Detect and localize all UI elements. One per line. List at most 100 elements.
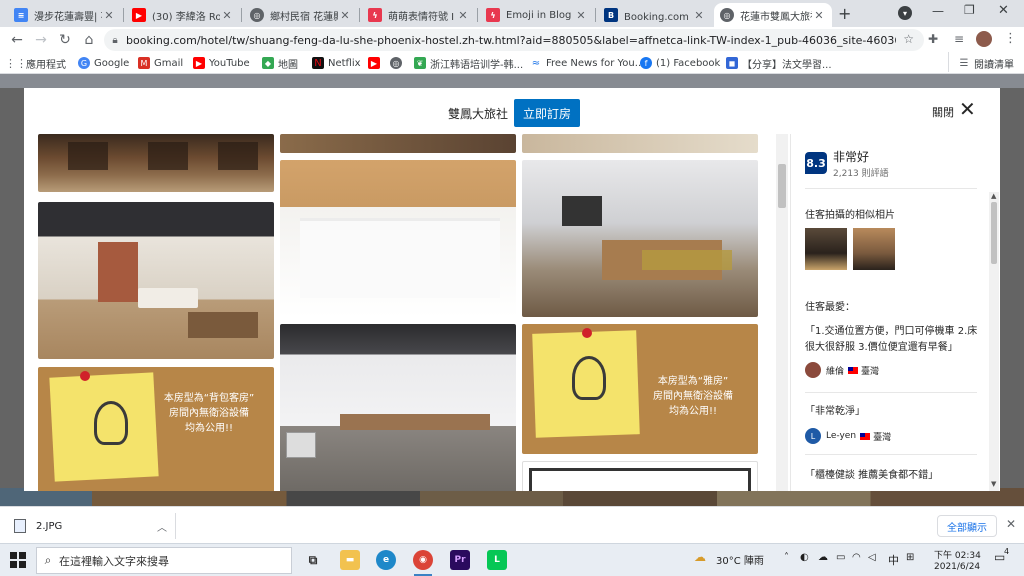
browser-tab[interactable]: ϟ 萌萌表情符號 I ✕ — [362, 3, 476, 27]
profile-avatar[interactable] — [976, 31, 992, 47]
clock-time[interactable]: 下午 02:34 — [934, 548, 981, 561]
minimize-icon[interactable]: — — [932, 4, 944, 18]
gallery-photo[interactable] — [280, 134, 516, 153]
review-count[interactable]: 2,213 則評語 — [833, 166, 889, 179]
tray-overflow-icon[interactable]: ˄ — [784, 552, 789, 563]
task-view-icon[interactable]: ⧉ — [303, 550, 323, 570]
browser-tab[interactable]: ◎ 鄉村民宿 花蓮縣 ✕ — [244, 3, 358, 27]
volume-icon[interactable]: ◁ — [868, 552, 876, 563]
close-tab-icon[interactable]: ✕ — [692, 9, 706, 22]
restore-icon[interactable]: ❐ — [964, 3, 975, 17]
globe-icon: ◎ — [250, 8, 264, 22]
bookmark-gmail[interactable]: M Gmail — [138, 55, 183, 71]
browser-toolbar: ← → ↻ ⌂ 🔒︎ booking.com/hotel/tw/shuang-f… — [0, 27, 1024, 52]
line-icon[interactable]: L — [487, 550, 507, 570]
show-all-button[interactable]: 全部顯示 — [937, 515, 997, 537]
gallery-photo[interactable] — [280, 160, 516, 317]
window-close-icon[interactable]: ✕ — [998, 3, 1009, 18]
close-tab-icon[interactable]: ✕ — [812, 9, 826, 22]
menu-kebab-icon[interactable]: ⋮ — [1004, 31, 1017, 46]
tray-app-icon[interactable]: ◐ — [800, 552, 809, 563]
gallery-photo[interactable] — [38, 134, 274, 192]
browser-tab-active[interactable]: ◎ 花蓮市雙鳳大旅社 ✕ — [714, 3, 832, 27]
browser-tab-strip: ≡ 漫步花蓮壽豐| 花 ✕ ▶ (30) 李緯洛 Rong ✕ ◎ 鄉村民宿 花… — [0, 0, 1024, 27]
back-icon[interactable]: ← — [8, 31, 26, 49]
chrome-icon[interactable]: ◉ — [413, 550, 433, 570]
weather-text[interactable]: 30°C 陣雨 — [716, 552, 764, 567]
reading-list[interactable]: ☰ 閱讀清單 — [958, 55, 1014, 71]
browser-tab[interactable]: ≡ 漫步花蓮壽豐| 花 ✕ — [8, 3, 122, 27]
close-download-bar-icon[interactable]: ✕ — [1006, 517, 1016, 531]
edge-icon[interactable]: e — [376, 550, 396, 570]
close-tab-icon[interactable]: ✕ — [102, 9, 116, 22]
panel-scrollbar[interactable]: ▲ ▼ — [989, 192, 999, 491]
gallery-photo-notice-backpacker[interactable]: 本房型為“背包客房” 房間內無衛浴設備 均為公用!! — [38, 367, 274, 491]
extensions-icon[interactable]: ✚ — [928, 32, 938, 46]
gallery-photo-notice-room[interactable]: 本房型為“雅房” 房間內無衛浴設備 均為公用!! — [522, 324, 758, 454]
gallery-photo[interactable] — [522, 461, 758, 491]
scroll-up-icon[interactable]: ▲ — [991, 192, 996, 200]
gallery-photo[interactable] — [522, 160, 758, 317]
bookmark-apps[interactable]: ⋮⋮ 應用程式 — [5, 55, 66, 71]
wifi-icon[interactable]: ◠ — [852, 552, 861, 563]
gallery-scrollbar[interactable] — [776, 134, 788, 491]
tab-search-icon[interactable]: ▾ — [898, 6, 912, 20]
bookmark-youtube[interactable]: ▶ YouTube — [193, 55, 250, 71]
bookmark-facebook[interactable]: f (1) Facebook — [640, 55, 720, 71]
similar-photos-title: 住客拍攝的相似相片 — [805, 210, 895, 221]
close-tab-icon[interactable]: ✕ — [574, 9, 588, 22]
close-tab-icon[interactable]: ✕ — [338, 9, 352, 22]
cloud-icon[interactable]: ☁ — [818, 552, 828, 563]
review-quote: 「櫃檯健談 推薦美食都不錯」 — [805, 470, 939, 481]
address-bar[interactable]: 🔒︎ booking.com/hotel/tw/shuang-feng-da-l… — [104, 29, 924, 51]
taskbar-search[interactable]: ⌕ 在這裡輸入文字來搜尋 — [36, 547, 292, 574]
browser-tab[interactable]: ▶ (30) 李緯洛 Rong ✕ — [126, 3, 240, 27]
premiere-icon[interactable]: Pr — [450, 550, 470, 570]
chevron-up-icon[interactable]: ︿ — [157, 519, 167, 534]
similar-photo-thumb[interactable] — [805, 228, 847, 270]
bookmark-free-news[interactable]: ≈ Free News for You... — [530, 55, 645, 71]
reading-mode-icon[interactable]: ≡ — [954, 32, 964, 46]
close-icon[interactable]: ✕ — [959, 99, 976, 119]
bookmark-youtube-2[interactable]: ▶ — [368, 55, 384, 71]
close-label[interactable]: 關閉 — [932, 104, 954, 120]
gallery-scroll-thumb[interactable] — [778, 164, 786, 208]
clock-date[interactable]: 2021/6/24 — [934, 562, 980, 572]
reload-icon[interactable]: ↻ — [56, 31, 74, 49]
image-file-icon — [14, 519, 26, 533]
brick-wall — [98, 242, 138, 302]
browser-tab[interactable]: ϟ Emoji in Blog ✕ — [480, 3, 594, 27]
rating-word: 非常好 — [833, 150, 870, 164]
bookmark-maps[interactable]: ◆ 地圖 — [262, 55, 298, 71]
weather-icon[interactable]: ☁ — [694, 550, 706, 564]
forward-icon[interactable]: → — [32, 31, 50, 49]
gallery-photo[interactable] — [38, 202, 274, 359]
download-item[interactable]: 2.JPG ︿ — [10, 513, 176, 539]
close-tab-icon[interactable]: ✕ — [456, 9, 470, 22]
panel-scroll-thumb[interactable] — [991, 202, 997, 264]
bookmark-french[interactable]: ◼ 【分享】法文學習... — [726, 55, 832, 71]
url-text[interactable]: booking.com/hotel/tw/shuang-feng-da-lu-s… — [126, 34, 896, 47]
bookmark-korean-course[interactable]: ❦ 浙江韩语培训学-韩... — [414, 55, 523, 71]
battery-icon[interactable]: ▭ — [836, 552, 845, 563]
file-explorer-icon[interactable]: ▬ — [340, 550, 360, 570]
reading-list-icon: ☰ — [959, 57, 969, 69]
bookmark-globe[interactable]: ◎ — [390, 55, 406, 71]
scroll-down-icon[interactable]: ▼ — [991, 480, 996, 488]
home-icon[interactable]: ⌂ — [80, 31, 98, 49]
new-tab-icon[interactable]: + — [838, 4, 851, 23]
close-tab-icon[interactable]: ✕ — [220, 9, 234, 22]
bookmark-google[interactable]: G Google — [78, 55, 129, 71]
similar-photo-thumb[interactable] — [853, 228, 895, 270]
ime-indicator[interactable]: 中 — [888, 552, 899, 568]
bookmark-star-icon[interactable]: ☆ — [903, 32, 914, 46]
browser-tab[interactable]: B Booking.com : 斜 ✕ — [598, 3, 712, 27]
input-method-icon[interactable]: ⊞ — [906, 552, 914, 563]
bookmark-netflix[interactable]: N Netflix — [312, 55, 361, 71]
book-now-button[interactable]: 立即訂房 — [514, 99, 580, 127]
lock-icon[interactable]: 🔒︎ — [104, 35, 126, 46]
gallery-photo[interactable] — [280, 324, 516, 491]
google-icon: G — [78, 57, 90, 69]
windows-start-icon[interactable] — [10, 552, 26, 568]
gallery-photo[interactable] — [522, 134, 758, 153]
